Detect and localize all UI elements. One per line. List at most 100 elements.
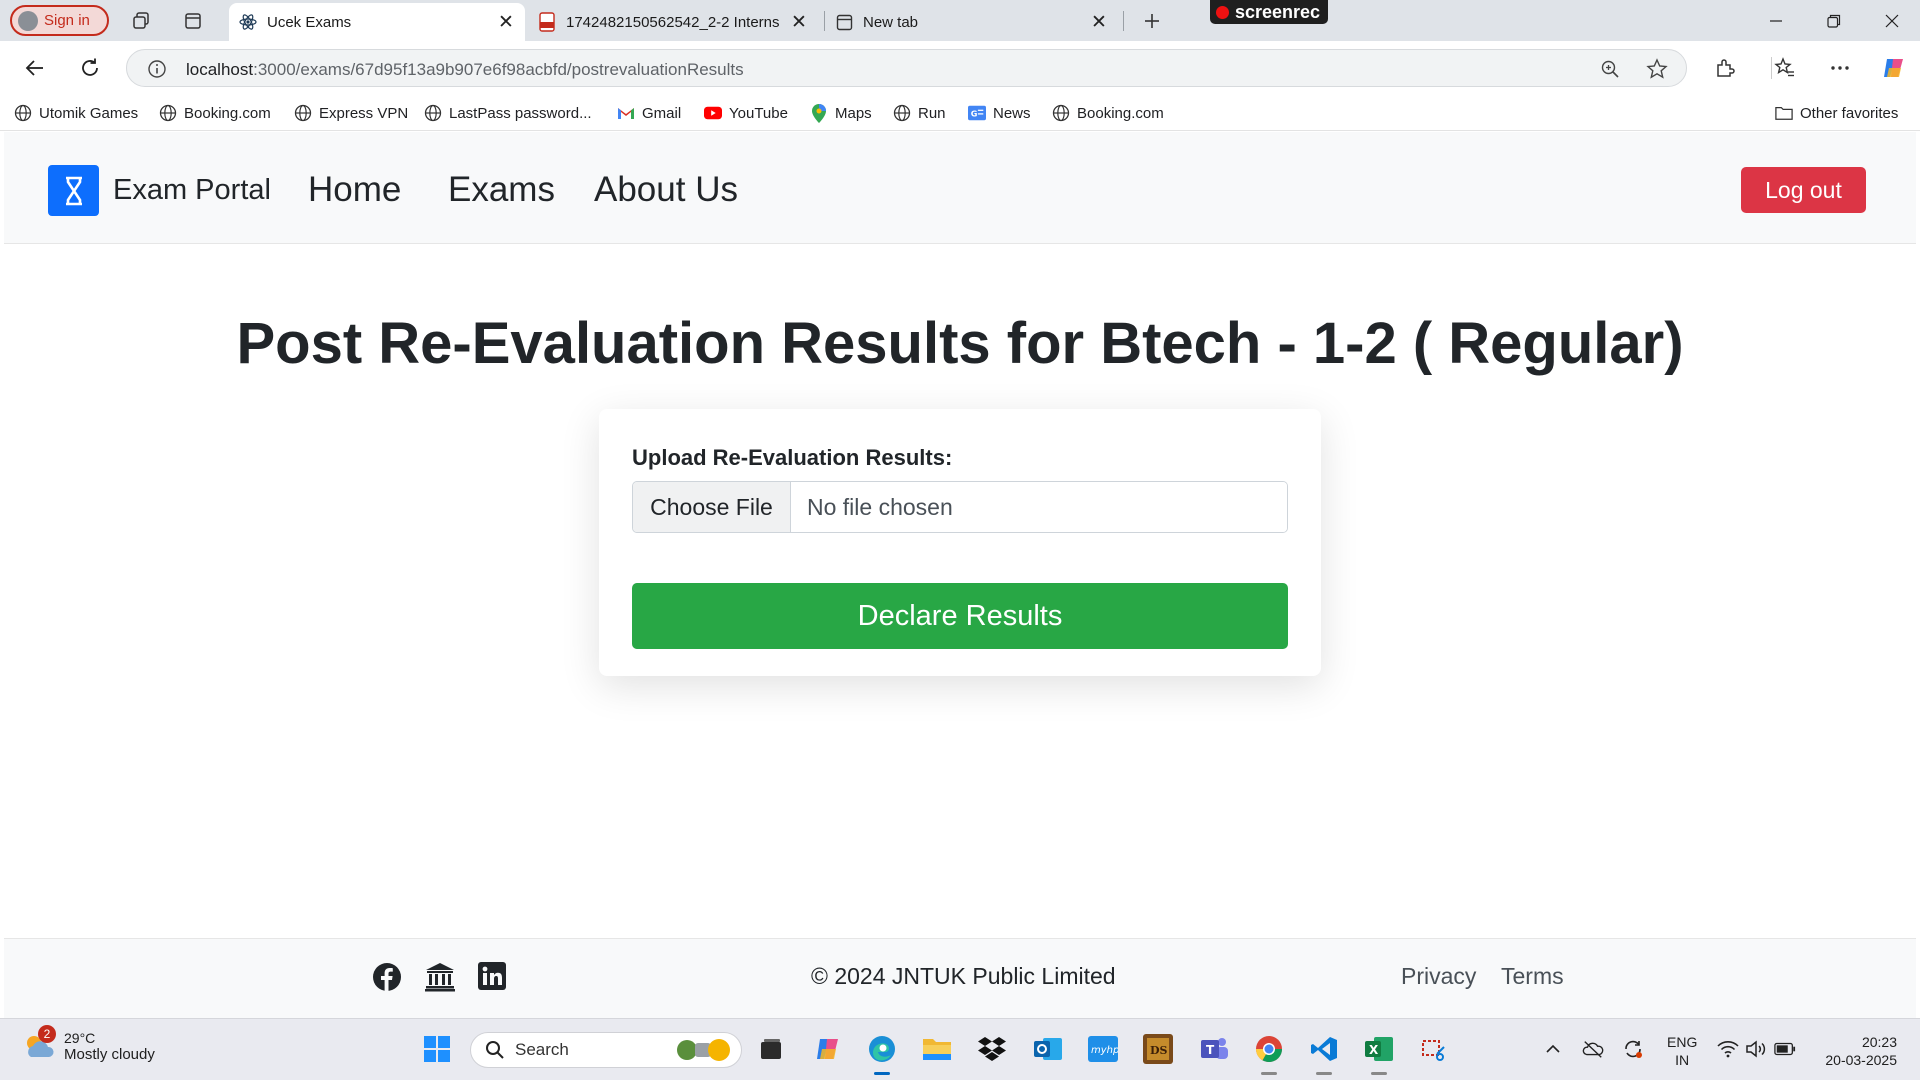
globe-icon [14, 104, 32, 122]
linkedin-icon[interactable] [478, 962, 508, 992]
url-text[interactable]: localhost:3000/exams/67d95f13a9b907e6f98… [186, 60, 744, 80]
game-app-icon[interactable]: DS [1141, 1032, 1175, 1066]
snipping-tool-icon[interactable] [1417, 1032, 1451, 1066]
edge-browser-icon[interactable] [865, 1032, 899, 1066]
tab-new-tab[interactable]: New tab ✕ [826, 3, 1118, 41]
wifi-icon[interactable] [1717, 1038, 1739, 1060]
close-icon[interactable]: ✕ [1090, 11, 1108, 34]
extensions-icon[interactable] [1711, 54, 1739, 82]
favorite-lastpass[interactable]: LastPass password... [424, 102, 592, 124]
minimize-button[interactable] [1748, 0, 1804, 41]
favorite-news[interactable]: G News [968, 102, 1031, 124]
profile-label: Sign in [44, 12, 90, 29]
globe-icon [294, 104, 312, 122]
sync-icon[interactable] [1622, 1038, 1644, 1060]
facebook-icon[interactable] [372, 962, 402, 992]
file-status-text: No file chosen [791, 482, 1287, 532]
dropbox-icon[interactable] [975, 1032, 1009, 1066]
tab-separator [1123, 11, 1124, 31]
favorite-gmail[interactable]: Gmail [617, 102, 681, 124]
running-app-indicator [1261, 1072, 1277, 1075]
globe-icon [424, 104, 442, 122]
task-view-icon[interactable] [754, 1032, 788, 1066]
hourglass-icon [48, 165, 99, 216]
bank-icon[interactable] [424, 962, 455, 992]
favorite-label: YouTube [729, 104, 788, 122]
battery-icon[interactable] [1774, 1038, 1796, 1060]
weather-alert-badge: 2 [38, 1025, 56, 1043]
site-footer: © 2024 JNTUK Public Limited Privacy Term… [4, 938, 1916, 1018]
tab-title: Ucek Exams [267, 13, 352, 31]
youtube-icon [704, 104, 722, 122]
declare-results-button[interactable]: Declare Results [632, 583, 1288, 649]
brand-link[interactable]: Exam Portal [48, 165, 271, 216]
search-placeholder: Search [515, 1040, 569, 1059]
close-icon[interactable]: ✕ [790, 11, 808, 34]
choose-file-button[interactable]: Choose File [633, 482, 791, 532]
tab-internship-pdf[interactable]: 1742482150562542_2-2 Internship ✕ [528, 3, 818, 41]
back-button[interactable] [21, 54, 49, 82]
zoom-icon[interactable] [1600, 59, 1620, 79]
running-app-indicator [1316, 1072, 1332, 1075]
svg-text:myhp: myhp [1091, 1045, 1118, 1056]
onedrive-offline-icon[interactable] [1582, 1038, 1604, 1060]
logout-button[interactable]: Log out [1741, 167, 1866, 213]
globe-icon [893, 104, 911, 122]
teams-icon[interactable]: T [1197, 1032, 1231, 1066]
favorites-bar: Utomik Games Booking.com Express VPN Las… [0, 95, 1920, 131]
input-language-indicator[interactable]: ENG IN [1667, 1033, 1697, 1069]
screenrec-recorder-badge[interactable]: screenrec [1210, 0, 1328, 24]
running-app-indicator [1371, 1072, 1387, 1075]
excel-icon[interactable]: X [1362, 1032, 1396, 1066]
copilot-icon[interactable] [1880, 54, 1908, 82]
address-bar[interactable]: localhost:3000/exams/67d95f13a9b907e6f98… [126, 49, 1687, 87]
workspaces-icon[interactable] [128, 8, 154, 34]
favorite-express-vpn[interactable]: Express VPN [294, 102, 408, 124]
tab-ucek-exams[interactable]: Ucek Exams ✕ [229, 3, 525, 41]
outlook-icon[interactable] [1031, 1032, 1065, 1066]
chrome-icon[interactable] [1252, 1032, 1286, 1066]
folder-icon [1775, 104, 1793, 122]
taskbar-clock[interactable]: 20:23 20-03-2025 [1815, 1033, 1897, 1069]
favorite-booking-2[interactable]: Booking.com [1052, 102, 1164, 124]
favorite-booking[interactable]: Booking.com [159, 102, 271, 124]
nav-about-us[interactable]: About Us [594, 170, 738, 210]
tab-actions-icon[interactable] [180, 8, 206, 34]
more-options-icon[interactable] [1826, 54, 1854, 82]
weather-widget[interactable]: 2 29°C Mostly cloudy [22, 1025, 155, 1063]
search-highlight-icon [675, 1035, 733, 1065]
profile-sign-in-button[interactable]: Sign in [10, 5, 109, 36]
favorite-run[interactable]: Run [893, 102, 946, 124]
favorite-youtube[interactable]: YouTube [704, 102, 788, 124]
footer-privacy-link[interactable]: Privacy [1401, 963, 1476, 990]
windows-taskbar: 2 29°C Mostly cloudy Search myhp DS T X … [0, 1018, 1920, 1080]
clock-date: 20-03-2025 [1825, 1052, 1897, 1068]
other-favorites-label: Other favorites [1800, 104, 1899, 122]
file-input[interactable]: Choose File No file chosen [632, 481, 1288, 533]
nav-exams[interactable]: Exams [448, 170, 555, 210]
vscode-icon[interactable] [1307, 1032, 1341, 1066]
copilot-taskbar-icon[interactable] [811, 1032, 845, 1066]
show-hidden-icons-chevron-icon[interactable] [1542, 1038, 1564, 1060]
favorite-utomik-games[interactable]: Utomik Games [14, 102, 138, 124]
close-window-button[interactable] [1864, 0, 1920, 41]
globe-icon [159, 104, 177, 122]
file-explorer-icon[interactable] [920, 1032, 954, 1066]
taskbar-search-box[interactable]: Search [470, 1032, 742, 1068]
restore-button[interactable] [1806, 0, 1862, 41]
upload-card: Upload Re-Evaluation Results: Choose Fil… [599, 409, 1321, 676]
new-tab-plus-icon[interactable] [1139, 8, 1165, 34]
refresh-button[interactable] [76, 54, 104, 82]
favorite-star-icon[interactable] [1646, 58, 1668, 80]
nav-home[interactable]: Home [308, 170, 401, 210]
copyright-text: © 2024 JNTUK Public Limited [811, 963, 1116, 989]
volume-icon[interactable] [1745, 1038, 1767, 1060]
other-favorites[interactable]: Other favorites [1775, 102, 1898, 124]
favorites-collections-icon[interactable] [1771, 54, 1799, 82]
favorite-maps[interactable]: Maps [810, 102, 872, 124]
close-icon[interactable]: ✕ [497, 11, 515, 34]
myhp-icon[interactable]: myhp [1086, 1032, 1120, 1066]
site-info-icon[interactable] [147, 59, 167, 79]
footer-terms-link[interactable]: Terms [1501, 963, 1564, 990]
windows-start-icon[interactable] [420, 1032, 454, 1066]
